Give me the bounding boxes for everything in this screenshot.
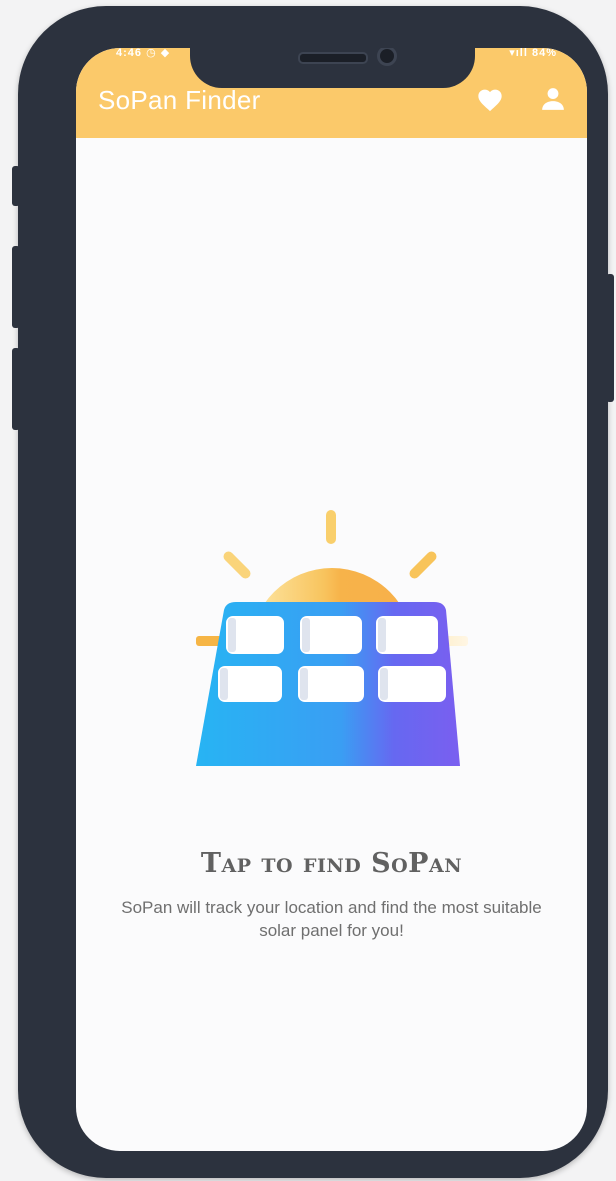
sun-solar-panel-icon	[196, 510, 468, 766]
silent-switch	[12, 166, 20, 206]
power-button	[606, 274, 614, 402]
phone-frame: 4:46 ◷ ◆ ▾ıll 84% SoPan Finder Tap to fi…	[12, 6, 614, 1178]
app-screen: 4:46 ◷ ◆ ▾ıll 84% SoPan Finder Tap to fi…	[76, 48, 587, 1151]
volume-down-button	[12, 348, 20, 430]
heart-icon	[478, 89, 502, 112]
find-sopan-illustration[interactable]	[196, 510, 468, 782]
profile-button[interactable]	[540, 86, 568, 112]
main-heading: Tap to find SoPan	[200, 848, 463, 879]
person-icon	[542, 88, 564, 110]
favorites-button[interactable]	[476, 86, 504, 112]
sun-ray	[409, 551, 437, 579]
sun-ray	[223, 551, 251, 579]
volume-up-button	[12, 246, 20, 328]
front-camera	[377, 48, 397, 66]
sun-ray	[326, 510, 336, 544]
status-battery: ▾ıll 84%	[509, 48, 557, 59]
main-description: SoPan will track your location and find …	[121, 898, 542, 940]
phone-notch	[190, 48, 475, 88]
status-time: 4:46 ◷ ◆	[116, 48, 171, 59]
speaker-grille	[298, 52, 368, 64]
app-title: SoPan Finder	[98, 85, 261, 115]
